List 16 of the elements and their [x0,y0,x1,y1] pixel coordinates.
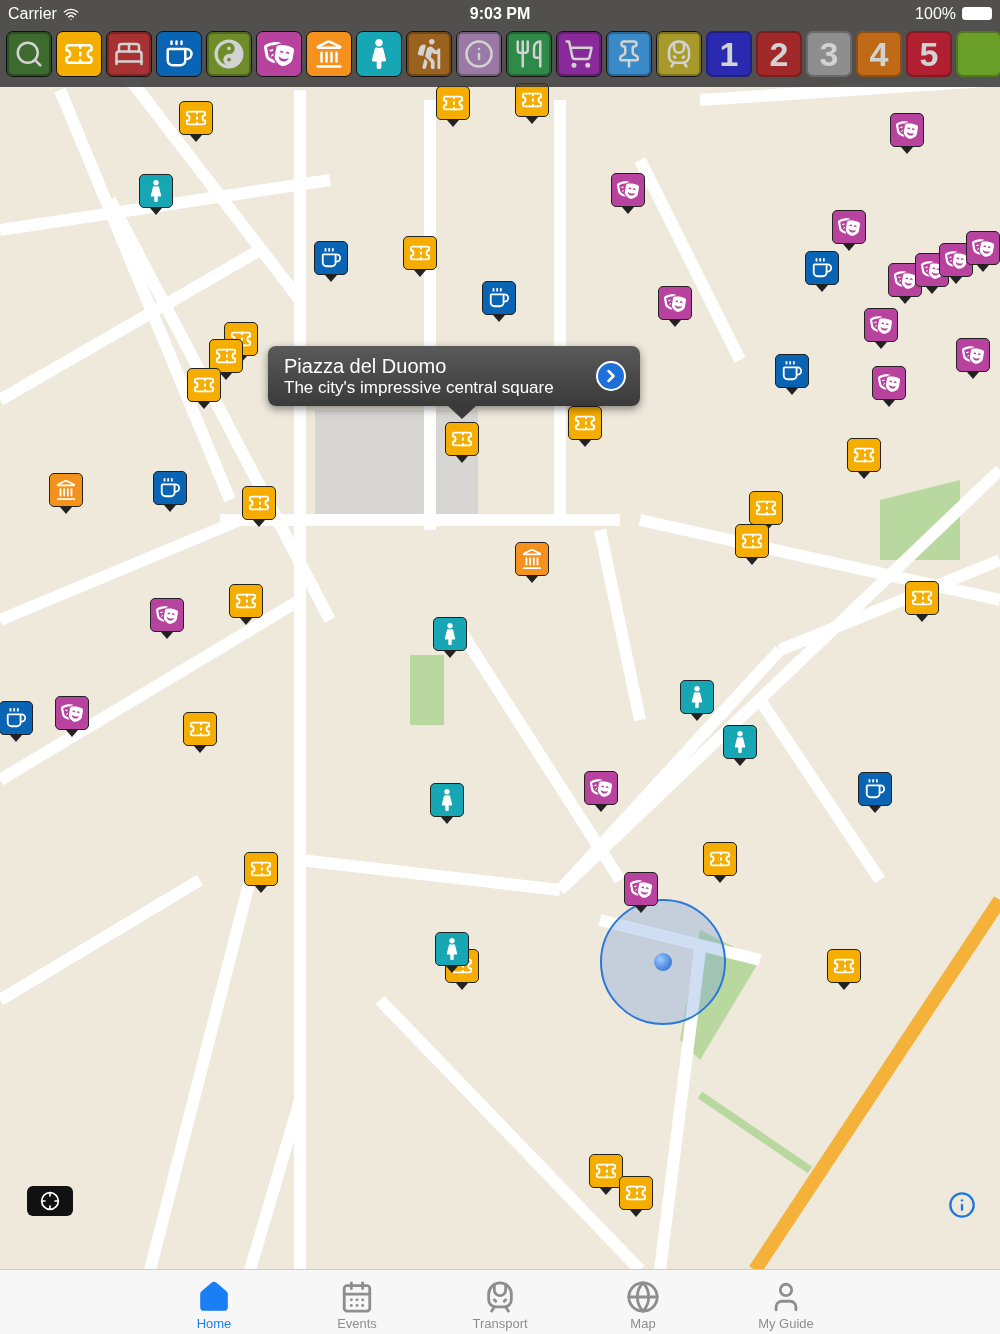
callout-title: Piazza del Duomo [284,354,448,378]
carrier-label: Carrier [8,4,57,23]
number-filter-button[interactable]: 4 [856,31,902,77]
callout-bubble[interactable]: Piazza del Duomo The city's impressive central square [268,346,640,406]
callout-subtitle: The city's impressive central square [284,377,554,398]
tab[interactable]: Events [285,1270,429,1334]
tab[interactable]: Map [571,1270,715,1334]
number-filter-button[interactable]: 2 [756,31,802,77]
number-filter-button[interactable]: 5 [906,31,952,77]
tab[interactable]: Transport [428,1270,572,1334]
tab[interactable]: Home [142,1270,286,1334]
battery-percent: 100% [915,4,956,23]
clock: 9:03 PM [469,4,531,23]
number-filter-button[interactable]: 3 [806,31,852,77]
number-filter-button[interactable]: 1 [706,31,752,77]
tab[interactable]: My Guide [714,1270,858,1334]
